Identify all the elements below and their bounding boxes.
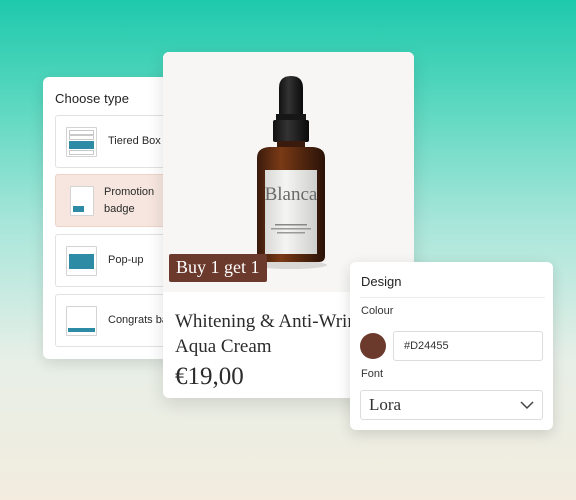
promotion-badge: Buy 1 get 1 xyxy=(169,254,267,282)
colour-label: Colour xyxy=(361,305,394,317)
bottle-brand-text: Blanca xyxy=(265,184,318,205)
colour-swatch[interactable] xyxy=(360,333,386,359)
tiered-box-icon xyxy=(66,126,97,157)
choose-type-panel: Choose type Tiered Box Promotion badge P… xyxy=(43,77,183,359)
chevron-down-icon xyxy=(520,401,534,410)
font-label: Font xyxy=(361,368,384,380)
colour-hex-input[interactable] xyxy=(393,331,543,361)
congrats-bar-icon xyxy=(66,305,97,336)
divider xyxy=(360,297,545,298)
serum-bottle-image: Blanca xyxy=(255,76,327,269)
font-select[interactable]: Lora xyxy=(360,390,543,420)
choose-type-title: Choose type xyxy=(55,91,130,106)
font-select-value: Lora xyxy=(369,395,402,414)
product-image: Blanca Buy 1 get 1 xyxy=(163,52,414,292)
design-panel: Design Colour Font Lora xyxy=(350,262,553,430)
promotion-badge-icon xyxy=(70,185,94,216)
type-option-label: Promotion badge xyxy=(104,185,155,215)
design-title: Design xyxy=(361,274,402,289)
product-price: €19,00 xyxy=(175,363,244,390)
pop-up-icon xyxy=(66,245,97,276)
